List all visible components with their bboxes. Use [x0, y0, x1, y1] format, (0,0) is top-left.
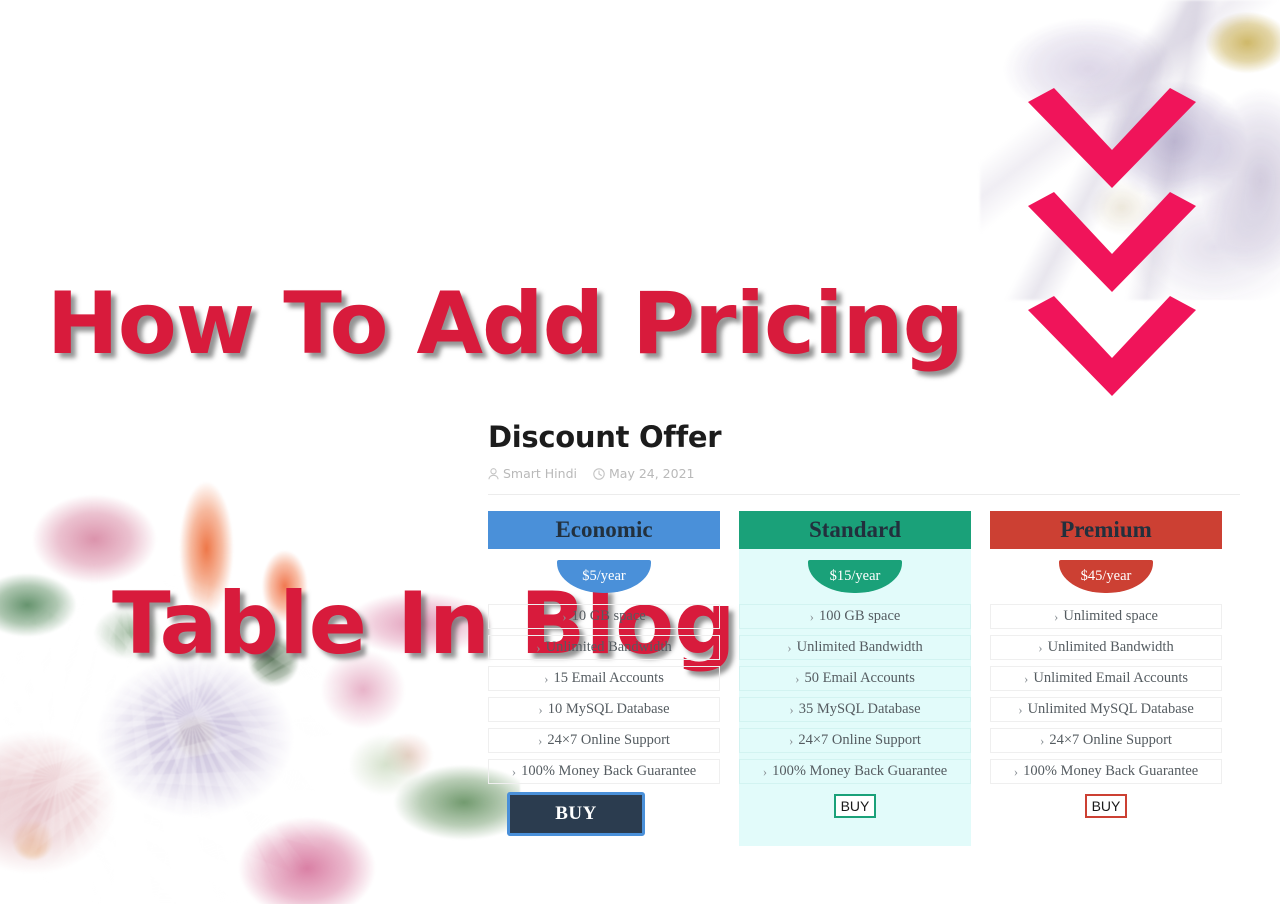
- plan-header-premium: Premium: [990, 511, 1222, 549]
- feature-label: 24×7 Online Support: [798, 732, 921, 748]
- plan-buy-wrap: BUY: [990, 794, 1222, 818]
- feature-label: 50 Email Accounts: [804, 670, 915, 686]
- plan-feature-list: › 100 GB space › Unlimited Bandwidth › 50 Ema…: [739, 604, 971, 784]
- chevron-right-icon: ›: [809, 608, 814, 624]
- chevron-right-icon: ›: [789, 732, 794, 748]
- chevron-right-icon: ›: [1024, 670, 1029, 686]
- feature-label: 24×7 Online Support: [1049, 732, 1172, 748]
- plan-price-wrap: $5/year: [488, 560, 720, 593]
- feature-row: › 10 MySQL Database: [488, 697, 720, 722]
- clock-icon: [593, 467, 605, 480]
- plan-price-badge: $45/year: [1059, 560, 1153, 593]
- plan-header-economic: Economic: [488, 511, 720, 549]
- plan-price-wrap: $45/year: [990, 560, 1222, 593]
- chevron-right-icon: ›: [511, 763, 517, 779]
- chevron-down-icon: [1028, 296, 1196, 396]
- plan-feature-list: › Unlimited space › Unlimited Bandwidth › Unl…: [990, 604, 1222, 784]
- chevron-right-icon: ›: [1040, 732, 1045, 748]
- pricing-table: Economic $5/year › 10 GB space › Unlimited Ba…: [488, 511, 1240, 846]
- buy-button-standard[interactable]: BUY: [833, 794, 877, 818]
- feature-label: 24×7 Online Support: [547, 732, 670, 748]
- plan-buy-wrap: BUY: [739, 794, 971, 818]
- feature-row: › 24×7 Online Support: [488, 728, 720, 753]
- plan-card-premium: Premium $45/year › Unlimited space › Unlimite…: [990, 511, 1222, 846]
- plan-price-badge: $5/year: [557, 560, 651, 593]
- feature-row: › 100% Money Back Guarantee: [739, 759, 971, 784]
- chevron-right-icon: ›: [795, 670, 800, 686]
- plan-name: Premium: [1060, 517, 1152, 542]
- feature-label: 100% Money Back Guarantee: [772, 763, 948, 779]
- chevron-right-icon: ›: [1018, 701, 1023, 717]
- feature-row: › 10 GB space: [488, 604, 720, 629]
- chevron-right-icon: ›: [1038, 639, 1043, 655]
- chevron-right-icon: ›: [538, 732, 543, 748]
- feature-label: 100% Money Back Guarantee: [521, 763, 697, 779]
- user-icon: [488, 467, 499, 480]
- feature-label: Unlimited Email Accounts: [1033, 670, 1188, 686]
- feature-label: Unlimited MySQL Database: [1027, 701, 1194, 717]
- banner-heading-line-1: How To Add Pricing: [46, 274, 965, 374]
- post-meta: Smart Hindi May 24, 2021: [488, 466, 1240, 481]
- feature-row: › Unlimited Email Accounts: [990, 666, 1222, 691]
- feature-row: › Unlimited MySQL Database: [990, 697, 1222, 722]
- feature-row: › 100% Money Back Guarantee: [990, 759, 1222, 784]
- plan-card-economic: Economic $5/year › 10 GB space › Unlimited Ba…: [488, 511, 720, 846]
- feature-row: › 100% Money Back Guarantee: [488, 759, 720, 784]
- feature-row: › 24×7 Online Support: [739, 728, 971, 753]
- chevron-right-icon: ›: [787, 639, 792, 655]
- feature-label: Unlimited Bandwidth: [1047, 639, 1174, 655]
- chevron-right-icon: ›: [1054, 608, 1059, 624]
- page-root: How To Add Pricing Table In Blogger Disc…: [0, 0, 1280, 904]
- plan-name: Standard: [808, 517, 902, 542]
- feature-row: › 24×7 Online Support: [990, 728, 1222, 753]
- feature-row: › 35 MySQL Database: [739, 697, 971, 722]
- feature-row: › Unlimited Bandwidth: [739, 635, 971, 660]
- chevron-right-icon: ›: [538, 701, 543, 717]
- chevron-arrow-stack: [1028, 80, 1238, 440]
- article-content: Discount Offer Smart Hindi May 24, 2021 …: [488, 420, 1240, 846]
- buy-button-economic[interactable]: BUY: [507, 792, 645, 836]
- post-author-name: Smart Hindi: [503, 466, 577, 481]
- feature-label: Unlimited Bandwidth: [545, 639, 672, 655]
- meta-divider: [488, 494, 1240, 495]
- feature-label: 10 MySQL Database: [547, 701, 670, 717]
- feature-label: 100% Money Back Guarantee: [1023, 763, 1199, 779]
- plan-feature-list: › 10 GB space › Unlimited Bandwidth › 15 Emai…: [488, 604, 720, 784]
- post-author: Smart Hindi: [488, 466, 577, 481]
- feature-row: › Unlimited Bandwidth: [990, 635, 1222, 660]
- plan-buy-wrap: BUY: [488, 792, 720, 836]
- plan-price-wrap: $15/year: [739, 560, 971, 593]
- chevron-down-icon: [1028, 88, 1196, 188]
- buy-button-premium[interactable]: BUY: [1084, 794, 1128, 818]
- feature-label: 15 Email Accounts: [553, 670, 664, 686]
- plan-header-standard: Standard: [739, 511, 971, 549]
- post-date-text: May 24, 2021: [609, 466, 695, 481]
- page-title: Discount Offer: [488, 420, 722, 454]
- chevron-right-icon: ›: [789, 701, 794, 717]
- feature-label: Unlimited Bandwidth: [796, 639, 923, 655]
- chevron-right-icon: ›: [562, 608, 567, 624]
- feature-row: › 100 GB space: [739, 604, 971, 629]
- chevron-right-icon: ›: [1013, 763, 1019, 779]
- feature-label: 35 MySQL Database: [798, 701, 921, 717]
- plan-name: Economic: [555, 517, 653, 542]
- plan-card-standard: Standard $15/year › 100 GB space › Unlimited …: [739, 511, 971, 846]
- plan-price-badge: $15/year: [808, 560, 902, 593]
- feature-row: › 15 Email Accounts: [488, 666, 720, 691]
- post-date: May 24, 2021: [593, 466, 694, 481]
- feature-row: › Unlimited space: [990, 604, 1222, 629]
- chevron-down-icon: [1028, 192, 1196, 292]
- feature-label: 100 GB space: [819, 608, 901, 624]
- feature-label: 10 GB space: [571, 608, 646, 624]
- feature-row: › 50 Email Accounts: [739, 666, 971, 691]
- feature-label: Unlimited space: [1063, 608, 1158, 624]
- feature-row: › Unlimited Bandwidth: [488, 635, 720, 660]
- chevron-right-icon: ›: [536, 639, 541, 655]
- chevron-right-icon: ›: [544, 670, 549, 686]
- chevron-right-icon: ›: [762, 763, 768, 779]
